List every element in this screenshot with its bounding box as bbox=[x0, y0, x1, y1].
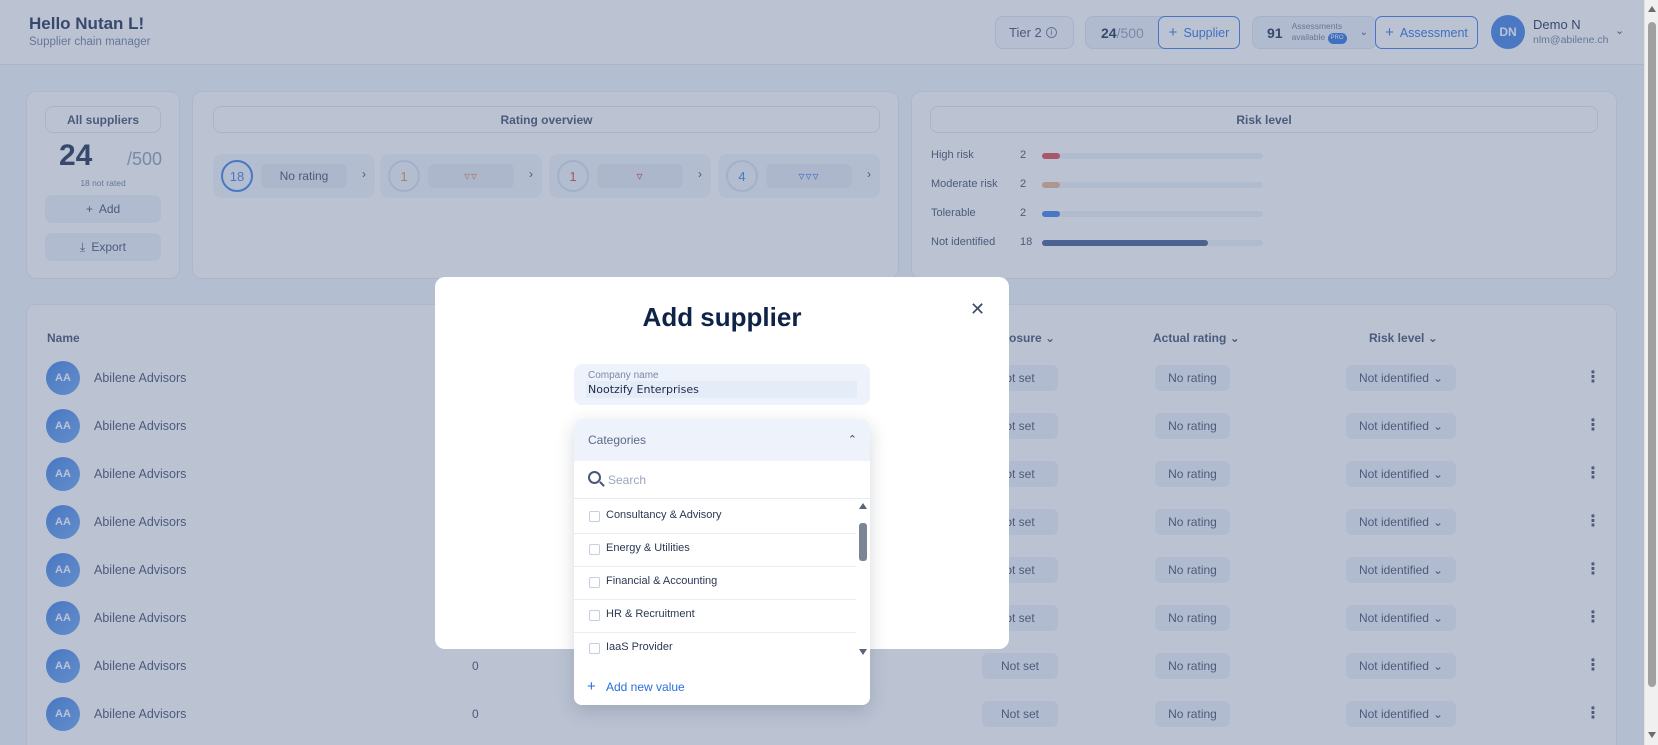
category-option[interactable]: HR & Recruitment bbox=[574, 598, 856, 633]
category-checkbox[interactable] bbox=[589, 577, 600, 588]
categories-label: Categories bbox=[588, 433, 647, 447]
modal-title: Add supplier bbox=[642, 302, 802, 332]
category-option[interactable]: Energy & Utilities bbox=[574, 532, 856, 567]
page-scrollbar[interactable] bbox=[1644, 0, 1658, 745]
category-option[interactable]: Financial & Accounting bbox=[574, 565, 856, 600]
scroll-thumb[interactable] bbox=[1648, 22, 1656, 687]
category-option[interactable]: IaaS Provider bbox=[574, 631, 856, 665]
category-checkbox[interactable] bbox=[589, 544, 600, 555]
plus-icon: + bbox=[587, 678, 596, 695]
category-label: Financial & Accounting bbox=[606, 575, 718, 587]
scroll-up-arrow-icon[interactable] bbox=[859, 503, 867, 509]
scroll-thumb[interactable] bbox=[859, 523, 867, 561]
add-new-value-button[interactable]: + Add new value bbox=[574, 669, 870, 705]
company-name-field[interactable]: Company name bbox=[574, 364, 870, 405]
category-checkbox[interactable] bbox=[589, 610, 600, 621]
scroll-down-arrow-icon[interactable] bbox=[859, 649, 867, 655]
categories-scrollbar[interactable] bbox=[856, 499, 870, 665]
category-label: Consultancy & Advisory bbox=[606, 509, 722, 521]
category-checkbox[interactable] bbox=[589, 511, 600, 522]
search-icon bbox=[588, 471, 601, 484]
categories-search bbox=[574, 461, 870, 499]
company-name-label: Company name bbox=[588, 370, 659, 381]
categories-list: Consultancy & Advisory Energy & Utilitie… bbox=[574, 499, 856, 665]
categories-search-input[interactable] bbox=[608, 470, 848, 490]
category-label: HR & Recruitment bbox=[606, 608, 695, 620]
chevron-up-icon[interactable]: ⌃ bbox=[848, 433, 857, 446]
categories-header[interactable]: Categories ⌃ bbox=[574, 419, 870, 461]
scroll-down-arrow-icon[interactable] bbox=[1648, 732, 1656, 738]
category-label: Energy & Utilities bbox=[606, 542, 690, 554]
company-name-input[interactable] bbox=[586, 381, 857, 398]
categories-dropdown[interactable]: Categories ⌃ Consultancy & Advisory Ener… bbox=[574, 419, 870, 705]
category-option[interactable]: Consultancy & Advisory bbox=[574, 499, 856, 534]
category-checkbox[interactable] bbox=[589, 643, 600, 654]
scroll-up-arrow-icon[interactable] bbox=[1648, 6, 1656, 12]
category-label: IaaS Provider bbox=[606, 641, 673, 653]
close-icon[interactable]: ✕ bbox=[970, 299, 985, 320]
add-new-value-label: Add new value bbox=[606, 680, 685, 694]
